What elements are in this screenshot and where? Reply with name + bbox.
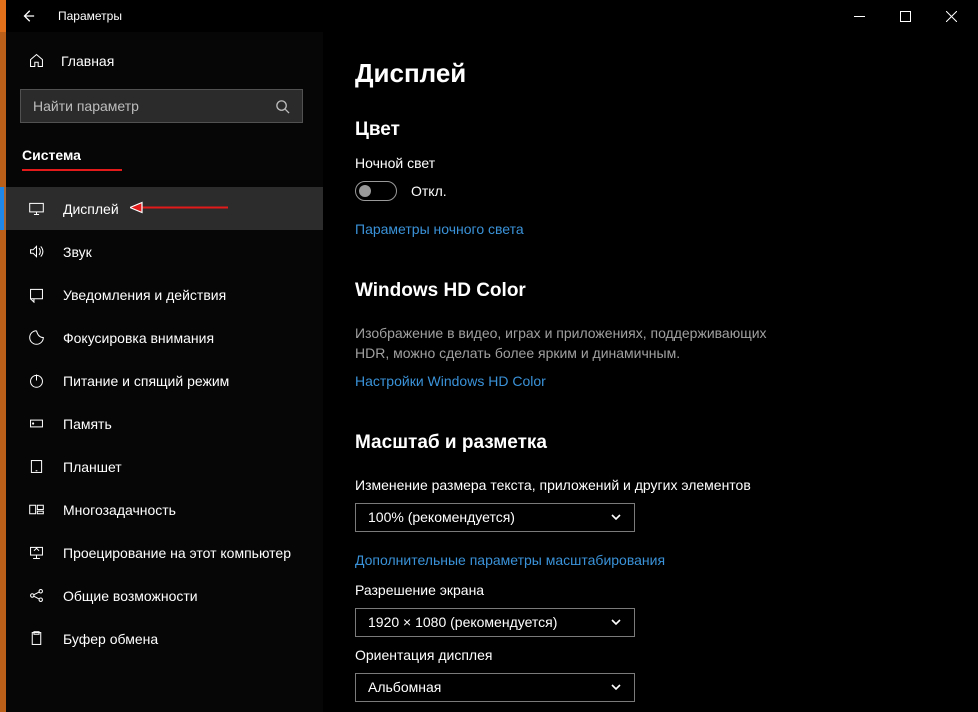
settings-window: Параметры Главная Найти параметр Система — [0, 0, 978, 712]
sidebar-item-display[interactable]: Дисплей — [0, 187, 323, 230]
sidebar-category: Система — [0, 137, 323, 175]
maximize-icon — [900, 11, 911, 22]
sound-icon — [28, 243, 45, 260]
hd-color-description: Изображение в видео, играх и приложениях… — [355, 324, 785, 363]
chevron-down-icon — [610, 511, 622, 523]
chevron-down-icon — [610, 616, 622, 628]
close-button[interactable] — [928, 0, 974, 32]
section-color: Цвет — [355, 119, 946, 141]
resolution-dropdown[interactable]: 1920 × 1080 (рекомендуется) — [355, 608, 635, 637]
night-light-toggle-row: Откл. — [355, 181, 946, 201]
night-light-state: Откл. — [411, 183, 447, 199]
sidebar-item-label: Фокусировка внимания — [63, 330, 214, 346]
main-content: Дисплей Цвет Ночной свет Откл. Параметры… — [323, 32, 978, 712]
projecting-icon — [28, 544, 45, 561]
hd-color-settings-link[interactable]: Настройки Windows HD Color — [355, 373, 946, 389]
sidebar-item-label: Память — [63, 416, 112, 432]
resolution-label: Разрешение экрана — [355, 582, 946, 598]
scale-value: 100% (рекомендуется) — [368, 509, 515, 525]
titlebar-left: Параметры — [18, 6, 122, 26]
titlebar: Параметры — [0, 0, 978, 32]
window-controls — [836, 0, 974, 32]
shared-icon — [28, 587, 45, 604]
section-scale: Масштаб и разметка — [355, 432, 946, 454]
sidebar-item-projecting[interactable]: Проецирование на этот компьютер — [0, 531, 323, 574]
notification-icon — [28, 286, 45, 303]
sidebar-item-label: Общие возможности — [63, 588, 198, 604]
chevron-down-icon — [610, 681, 622, 693]
search-placeholder: Найти параметр — [33, 98, 139, 114]
sidebar-home[interactable]: Главная — [0, 32, 323, 83]
scale-dropdown[interactable]: 100% (рекомендуется) — [355, 503, 635, 532]
window-title: Параметры — [58, 9, 122, 23]
power-icon — [28, 372, 45, 389]
sidebar-item-label: Звук — [63, 244, 92, 260]
display-icon — [28, 200, 45, 217]
orientation-value: Альбомная — [368, 679, 441, 695]
sidebar-item-sound[interactable]: Звук — [0, 230, 323, 273]
storage-icon — [28, 415, 45, 432]
sidebar-item-multitask[interactable]: Многозадачность — [0, 488, 323, 531]
night-light-label: Ночной свет — [355, 155, 946, 171]
sidebar-item-label: Уведомления и действия — [63, 287, 226, 303]
sidebar-nav: Дисплей Звук Уведомления и действия Фоку… — [0, 187, 323, 660]
clipboard-icon — [28, 630, 45, 647]
search-icon — [275, 99, 290, 114]
sidebar-home-label: Главная — [61, 53, 114, 69]
orientation-dropdown[interactable]: Альбомная — [355, 673, 635, 702]
maximize-button[interactable] — [882, 0, 928, 32]
sidebar-item-power[interactable]: Питание и спящий режим — [0, 359, 323, 402]
sidebar-item-label: Буфер обмена — [63, 631, 158, 647]
sidebar-item-label: Планшет — [63, 459, 122, 475]
sidebar-item-focus[interactable]: Фокусировка внимания — [0, 316, 323, 359]
home-icon — [28, 52, 45, 69]
tablet-icon — [28, 458, 45, 475]
red-underline-annotation — [22, 169, 122, 171]
sidebar-item-label: Многозадачность — [63, 502, 176, 518]
orientation-label: Ориентация дисплея — [355, 647, 946, 663]
sidebar-item-label: Дисплей — [63, 201, 119, 217]
sidebar-item-tablet[interactable]: Планшет — [0, 445, 323, 488]
resolution-value: 1920 × 1080 (рекомендуется) — [368, 614, 557, 630]
sidebar-item-label: Проецирование на этот компьютер — [63, 545, 291, 561]
close-icon — [946, 11, 957, 22]
sidebar-item-storage[interactable]: Память — [0, 402, 323, 445]
search-input[interactable]: Найти параметр — [20, 89, 303, 123]
sidebar-item-shared[interactable]: Общие возможности — [0, 574, 323, 617]
minimize-button[interactable] — [836, 0, 882, 32]
advanced-scaling-link[interactable]: Дополнительные параметры масштабирования — [355, 552, 946, 568]
sidebar-item-label: Питание и спящий режим — [63, 373, 229, 389]
sidebar-item-notifications[interactable]: Уведомления и действия — [0, 273, 323, 316]
multitask-icon — [28, 501, 45, 518]
sidebar-item-clipboard[interactable]: Буфер обмена — [0, 617, 323, 660]
sidebar: Главная Найти параметр Система Дисплей — [0, 32, 323, 712]
back-button[interactable] — [18, 6, 38, 26]
night-light-settings-link[interactable]: Параметры ночного света — [355, 221, 946, 237]
focus-icon — [28, 329, 45, 346]
page-title: Дисплей — [355, 58, 946, 89]
arrow-left-icon — [21, 9, 35, 23]
section-hd-color: Windows HD Color — [355, 280, 946, 302]
red-arrow-annotation — [130, 199, 230, 218]
night-light-toggle[interactable] — [355, 181, 397, 201]
minimize-icon — [854, 11, 865, 22]
scale-label: Изменение размера текста, приложений и д… — [355, 477, 946, 493]
